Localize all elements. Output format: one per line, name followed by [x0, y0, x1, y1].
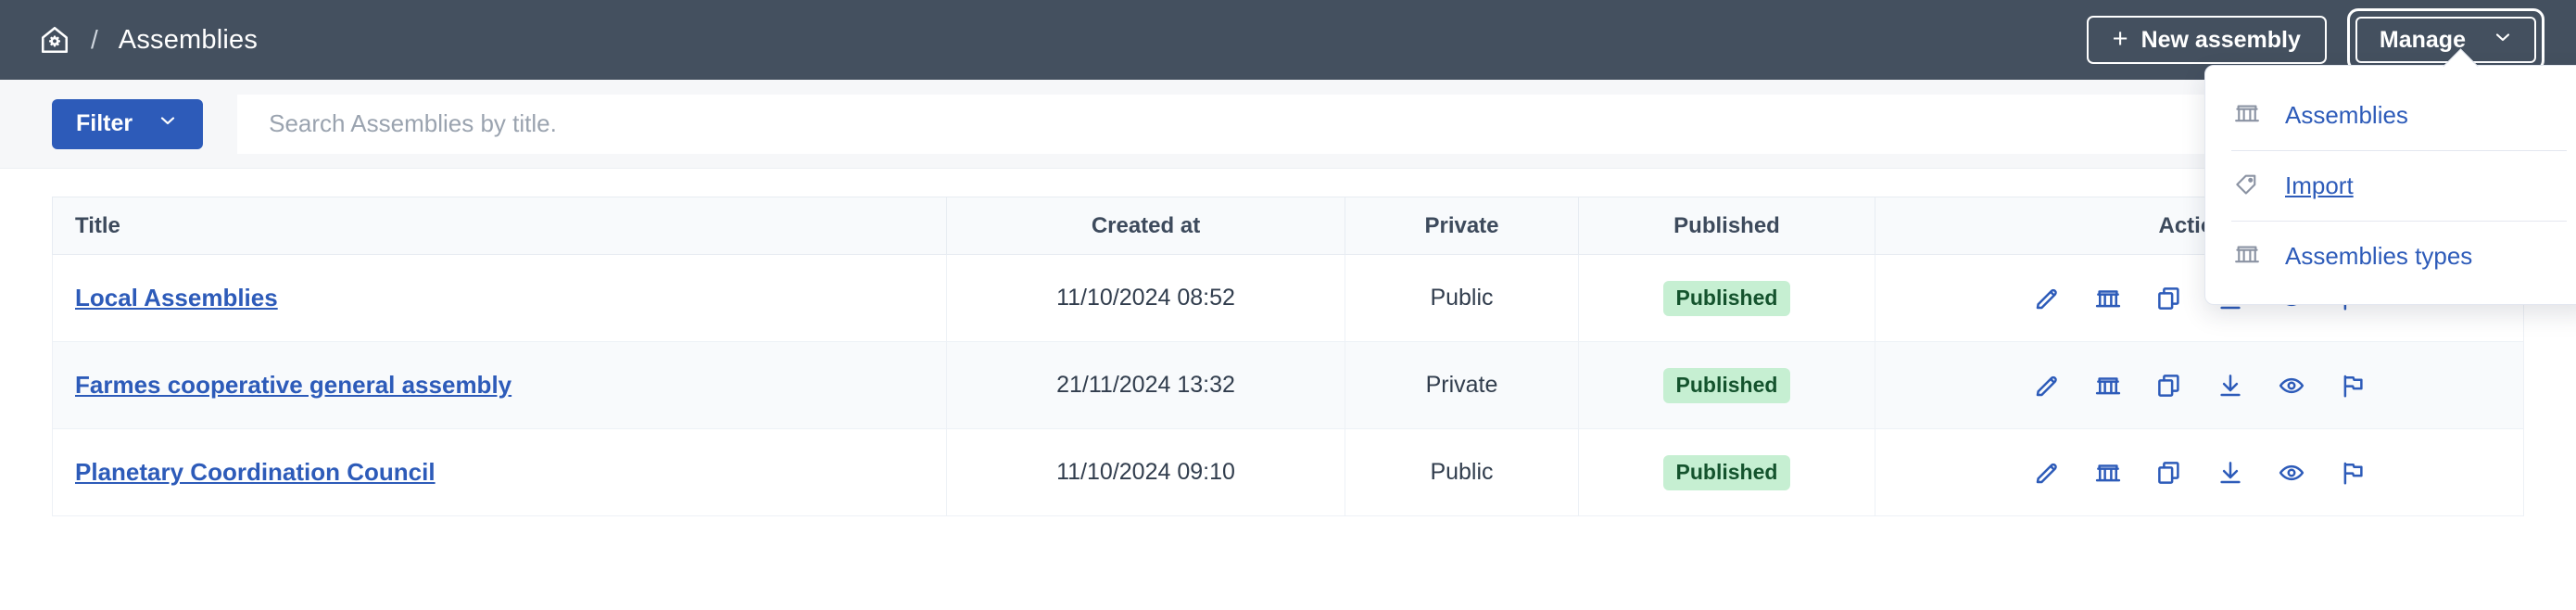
copy-icon[interactable]	[2155, 285, 2183, 312]
cell-title: Farmes cooperative general assembly	[53, 342, 947, 429]
flag-icon[interactable]	[2339, 459, 2367, 487]
menu-item-label: Assemblies types	[2285, 242, 2472, 271]
column-header-published[interactable]: Published	[1579, 197, 1875, 255]
new-assembly-button[interactable]: + New assembly	[2087, 16, 2327, 64]
menu-item-import[interactable]: Import	[2205, 151, 2576, 221]
bank-icon[interactable]	[2094, 459, 2122, 487]
pencil-icon[interactable]	[2033, 459, 2061, 487]
manage-dropdown-menu: Assemblies Import Assemblies types	[2204, 65, 2576, 305]
copy-icon[interactable]	[2155, 372, 2183, 400]
pencil-icon[interactable]	[2033, 285, 2061, 312]
status-badge: Published	[1663, 455, 1791, 490]
table-body: Local Assemblies 11/10/2024 08:52 Public…	[53, 255, 2524, 516]
admin-topbar: / Assemblies + New assembly Manage	[0, 0, 2576, 80]
breadcrumb-separator: /	[91, 27, 98, 53]
cell-published: Published	[1579, 429, 1875, 516]
status-badge: Published	[1663, 281, 1791, 316]
assembly-link[interactable]: Local Assemblies	[75, 284, 278, 311]
column-header-title[interactable]: Title	[53, 197, 947, 255]
breadcrumb: / Assemblies	[39, 24, 258, 56]
eye-icon[interactable]	[2278, 459, 2305, 487]
column-header-private[interactable]: Private	[1345, 197, 1579, 255]
bank-icon	[2233, 99, 2261, 132]
filter-button[interactable]: Filter	[52, 99, 203, 149]
menu-item-assemblies[interactable]: Assemblies	[2205, 81, 2576, 150]
copy-icon[interactable]	[2155, 459, 2183, 487]
cell-actions	[1875, 429, 2524, 516]
price-tag-icon	[2233, 170, 2261, 202]
bank-icon[interactable]	[2094, 285, 2122, 312]
cell-title: Local Assemblies	[53, 255, 947, 342]
column-header-created-at[interactable]: Created at	[947, 197, 1345, 255]
menu-item-assemblies-types[interactable]: Assemblies types	[2205, 222, 2576, 291]
cell-title: Planetary Coordination Council	[53, 429, 947, 516]
cell-published: Published	[1579, 255, 1875, 342]
cell-created-at: 11/10/2024 09:10	[947, 429, 1345, 516]
cell-actions	[1875, 342, 2524, 429]
cell-created-at: 11/10/2024 08:52	[947, 255, 1345, 342]
download-icon[interactable]	[2216, 372, 2244, 400]
pencil-icon[interactable]	[2033, 372, 2061, 400]
bank-icon[interactable]	[2094, 372, 2122, 400]
assemblies-table-area: Title Created at Private Published Actio…	[0, 169, 2576, 516]
plus-icon: +	[2113, 26, 2128, 53]
toolbar: Filter	[0, 80, 2576, 169]
eye-icon[interactable]	[2278, 372, 2305, 400]
filter-label: Filter	[76, 110, 133, 137]
table-row: Farmes cooperative general assembly 21/1…	[53, 342, 2524, 429]
table-row: Local Assemblies 11/10/2024 08:52 Public…	[53, 255, 2524, 342]
page-title: Assemblies	[119, 25, 258, 56]
chevron-down-icon	[2492, 26, 2514, 55]
status-badge: Published	[1663, 368, 1791, 403]
cell-private: Public	[1345, 429, 1579, 516]
cell-private: Public	[1345, 255, 1579, 342]
cell-created-at: 21/11/2024 13:32	[947, 342, 1345, 429]
row-actions	[1887, 459, 2512, 487]
new-assembly-label: New assembly	[2141, 27, 2301, 54]
bank-icon	[2233, 240, 2261, 273]
flag-icon[interactable]	[2339, 372, 2367, 400]
manage-button[interactable]: Manage	[2355, 17, 2536, 63]
cell-published: Published	[1579, 342, 1875, 429]
table-row: Planetary Coordination Council 11/10/202…	[53, 429, 2524, 516]
assembly-link[interactable]: Farmes cooperative general assembly	[75, 371, 511, 399]
table-header-row: Title Created at Private Published Actio…	[53, 197, 2524, 255]
cell-private: Private	[1345, 342, 1579, 429]
menu-item-label: Assemblies	[2285, 101, 2408, 130]
row-actions	[1887, 372, 2512, 400]
home-gear-icon[interactable]	[39, 24, 70, 56]
table-head: Title Created at Private Published Actio…	[53, 197, 2524, 255]
download-icon[interactable]	[2216, 459, 2244, 487]
topbar-actions: + New assembly Manage	[2087, 8, 2544, 71]
chevron-down-icon	[157, 109, 179, 138]
manage-label: Manage	[2380, 27, 2466, 54]
page: / Assemblies + New assembly Manage	[0, 0, 2576, 610]
assemblies-table: Title Created at Private Published Actio…	[52, 197, 2524, 516]
menu-item-label: Import	[2285, 172, 2354, 200]
assembly-link[interactable]: Planetary Coordination Council	[75, 458, 436, 486]
